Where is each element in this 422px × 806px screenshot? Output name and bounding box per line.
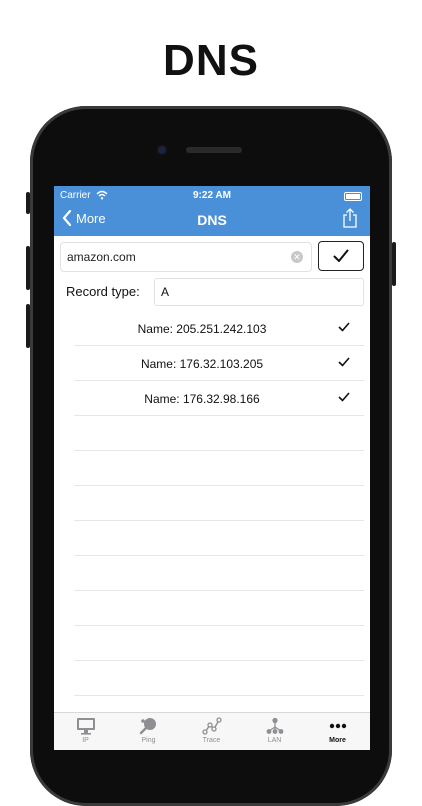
earpiece-speaker: [186, 147, 242, 153]
query-row: ✕: [60, 241, 364, 272]
empty-row: [74, 591, 364, 626]
record-type-row: Record type: A: [60, 278, 364, 306]
empty-row: [74, 486, 364, 521]
app-screen: Carrier 9:22 AM More DNS ✕: [54, 186, 370, 750]
result-name: Name: 176.32.98.166: [144, 392, 260, 406]
checkmark-icon: [338, 392, 350, 402]
ping-paddle-icon: [139, 718, 156, 735]
tab-label: Trace: [202, 737, 221, 744]
tab-label: IP: [82, 737, 89, 744]
result-row[interactable]: Name: 176.32.98.166: [74, 381, 364, 416]
front-camera: [158, 146, 166, 154]
tab-label: More: [329, 737, 346, 744]
empty-row: [74, 416, 364, 451]
tab-label: LAN: [267, 737, 282, 744]
trace-route-icon: [201, 717, 222, 735]
tab-ip[interactable]: IP: [54, 717, 117, 744]
tab-more[interactable]: More: [306, 717, 369, 744]
checkmark-icon: [333, 249, 349, 262]
results-list: Name: 205.251.242.103 Name: 176.32.103.2…: [74, 311, 364, 696]
empty-row: [74, 556, 364, 591]
result-name: Name: 205.251.242.103: [137, 322, 267, 336]
domain-field[interactable]: ✕: [60, 242, 312, 272]
navigation-bar: Carrier 9:22 AM More DNS: [54, 186, 370, 236]
clear-icon[interactable]: ✕: [291, 251, 303, 263]
page-headline: DNS: [163, 36, 259, 85]
tab-trace[interactable]: Trace: [180, 717, 243, 744]
empty-row: [74, 451, 364, 486]
domain-input[interactable]: [67, 249, 277, 265]
share-icon[interactable]: [342, 208, 358, 228]
empty-row: [74, 661, 364, 696]
checkmark-icon: [338, 357, 350, 367]
lookup-button[interactable]: [318, 241, 364, 271]
result-row[interactable]: Name: 176.32.103.205: [74, 346, 364, 381]
empty-row: [74, 521, 364, 556]
tab-lan[interactable]: LAN: [243, 717, 306, 744]
tab-label: Ping: [141, 737, 156, 744]
result-name: Name: 176.32.103.205: [140, 357, 264, 371]
tab-ping[interactable]: Ping: [117, 717, 180, 744]
empty-row: [74, 626, 364, 661]
record-type-label: Record type:: [66, 284, 140, 299]
checkmark-icon: [338, 322, 350, 332]
status-bar: Carrier 9:22 AM: [54, 189, 370, 203]
status-time: 9:22 AM: [193, 190, 231, 201]
record-type-value: A: [161, 285, 170, 299]
battery-icon: [344, 192, 362, 201]
lan-network-icon: [266, 717, 283, 734]
result-row[interactable]: Name: 205.251.242.103: [74, 311, 364, 346]
record-type-field[interactable]: A: [154, 278, 364, 306]
monitor-icon: [76, 718, 95, 735]
more-dots-icon: [329, 723, 346, 729]
nav-title: DNS: [197, 212, 227, 228]
tab-bar: IP Ping Trace LAN More: [54, 712, 370, 750]
